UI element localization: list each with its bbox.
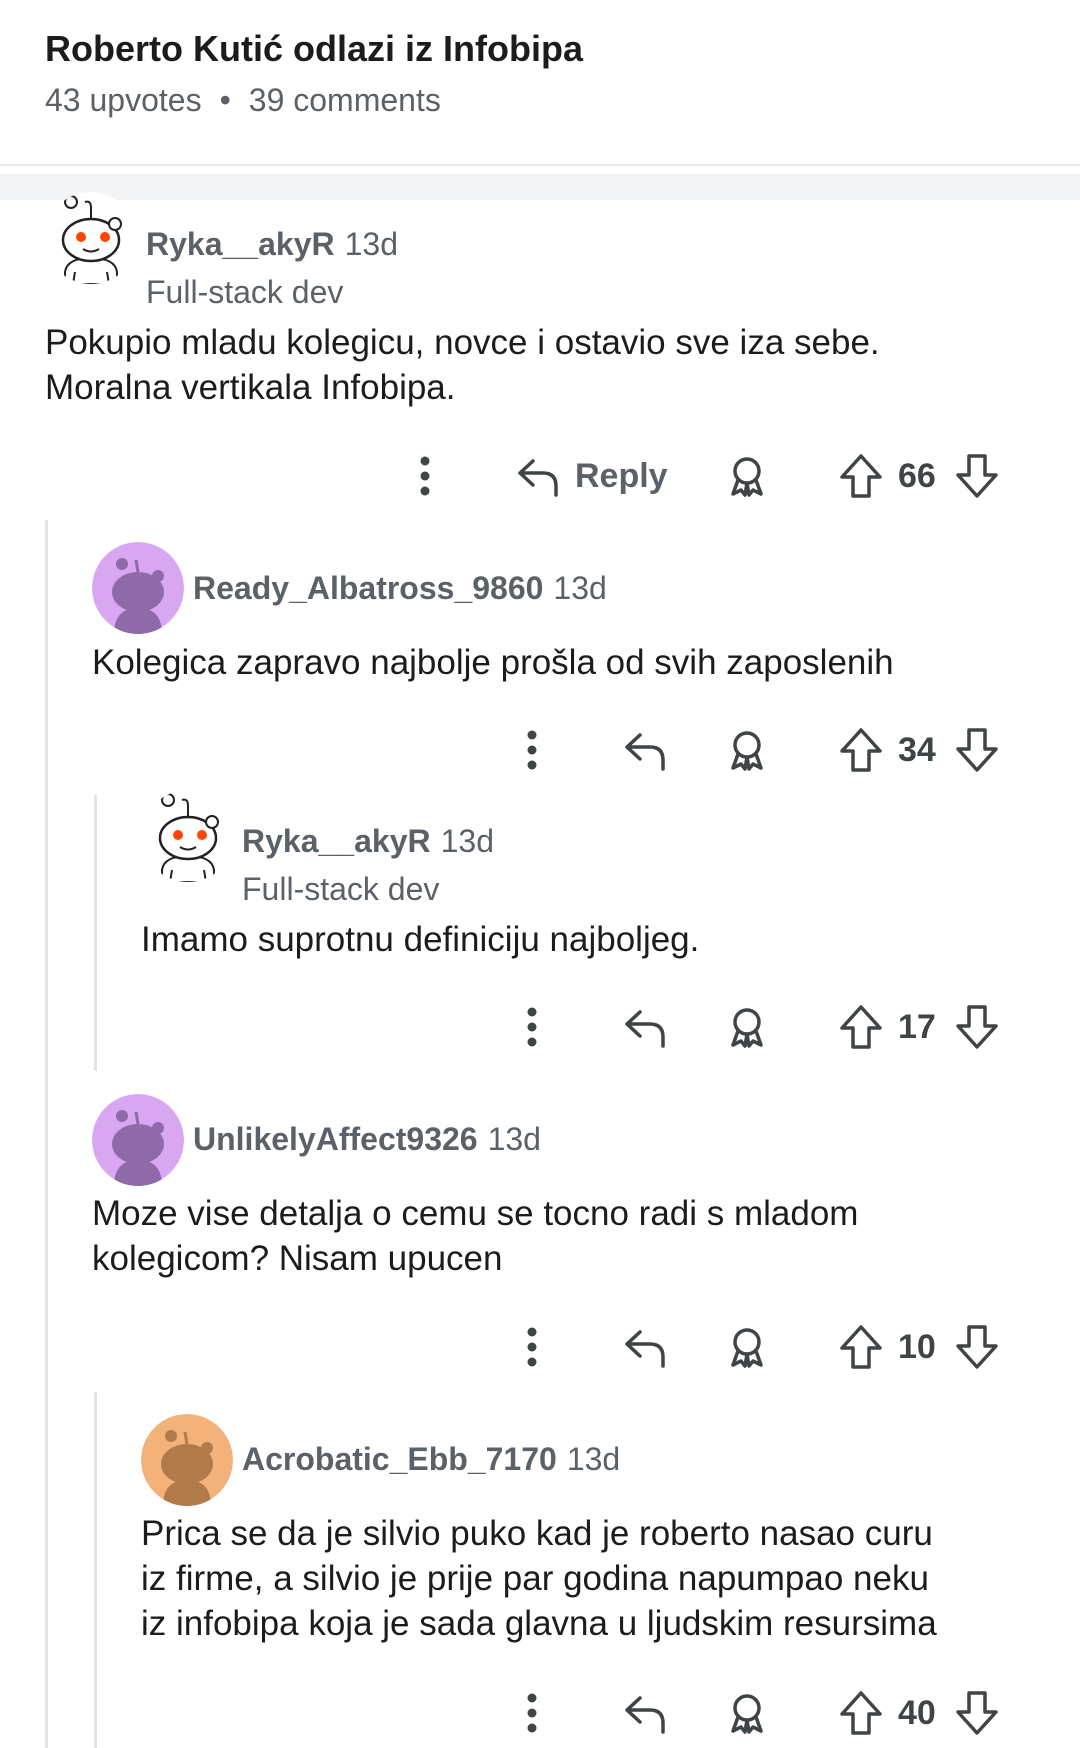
comment-username[interactable]: UnlikelyAffect9326 13d: [193, 1121, 541, 1158]
reply-button[interactable]: [622, 720, 668, 780]
post-header: Roberto Kutić odlazi iz Infobipa 43 upvo…: [0, 0, 1080, 166]
upvote-button[interactable]: [838, 1683, 884, 1743]
reply-button[interactable]: Reply: [515, 446, 668, 506]
comment-username[interactable]: Ryka__akyR 13d: [146, 226, 398, 263]
comment-age: 13d: [487, 1121, 541, 1157]
downvote-arrow-icon: [956, 1691, 998, 1735]
reply-label: Reply: [575, 456, 668, 495]
comment-username[interactable]: Ready_Albatross_9860 13d: [193, 570, 607, 607]
award-icon: [731, 731, 763, 771]
comment-count[interactable]: 39 comments: [249, 82, 441, 118]
more-vertical-icon: [527, 1693, 537, 1733]
comment-actions: 40: [0, 1683, 1080, 1743]
vote-count: 66: [898, 457, 936, 495]
more-options-button[interactable]: [512, 1683, 552, 1743]
more-vertical-icon: [527, 1327, 537, 1367]
avatar[interactable]: [142, 790, 234, 882]
award-button[interactable]: [724, 1683, 770, 1743]
comment-username[interactable]: Acrobatic_Ebb_7170 13d: [242, 1441, 620, 1478]
reply-arrow-icon: [625, 733, 665, 771]
meta-separator: •: [219, 82, 231, 118]
section-divider: [0, 174, 1080, 200]
comment-body: Pokupio mladu kolegicu, novce i ostavio …: [45, 323, 880, 407]
more-options-button[interactable]: [512, 720, 552, 780]
comment-body: Moze vise detalja o cemu se tocno radi s…: [92, 1194, 859, 1278]
avatar[interactable]: [92, 1094, 184, 1186]
award-button[interactable]: [724, 446, 770, 506]
vote-count: 17: [898, 1008, 936, 1046]
reply-arrow-icon: [625, 1330, 665, 1368]
comment-actions: 10: [0, 1317, 1080, 1377]
reply-arrow-icon: [625, 1010, 665, 1048]
award-icon: [731, 1694, 763, 1734]
vote-count: 10: [898, 1328, 936, 1366]
snoo-avatar-icon: [141, 1414, 233, 1506]
comment-actions: Reply 66: [0, 446, 1080, 506]
more-options-button[interactable]: [512, 1317, 552, 1377]
downvote-arrow-icon: [956, 1005, 998, 1049]
downvote-arrow-icon: [956, 728, 998, 772]
avatar[interactable]: [141, 1414, 233, 1506]
comment-body: Prica se da je silvio puko kad je robert…: [141, 1514, 937, 1643]
reply-arrow-icon: [518, 459, 558, 497]
vote-count: 34: [898, 731, 936, 769]
downvote-button[interactable]: [954, 720, 1000, 780]
downvote-button[interactable]: [954, 1683, 1000, 1743]
snoo-avatar-icon: [92, 1094, 184, 1186]
upvote-button[interactable]: [838, 446, 884, 506]
comment-body: Imamo suprotnu definiciju najboljeg.: [141, 920, 700, 959]
award-button[interactable]: [724, 1317, 770, 1377]
comment-actions: 34: [0, 720, 1080, 780]
comment-age: 13d: [344, 226, 398, 262]
more-vertical-icon: [420, 456, 430, 496]
comment-age: 13d: [440, 823, 494, 859]
thread-line[interactable]: [45, 520, 48, 1748]
downvote-arrow-icon: [956, 1325, 998, 1369]
more-options-button[interactable]: [512, 997, 552, 1057]
downvote-button[interactable]: [954, 1317, 1000, 1377]
comment-actions: 17: [0, 997, 1080, 1057]
upvote-button[interactable]: [838, 1317, 884, 1377]
snoo-avatar-icon: [92, 542, 184, 634]
post-title[interactable]: Roberto Kutić odlazi iz Infobipa: [45, 28, 583, 70]
award-button[interactable]: [724, 720, 770, 780]
more-vertical-icon: [527, 1007, 537, 1047]
upvote-button[interactable]: [838, 997, 884, 1057]
post-meta: 43 upvotes • 39 comments: [45, 82, 441, 119]
award-icon: [731, 1328, 763, 1368]
comment-body: Kolegica zapravo najbolje prošla od svih…: [92, 643, 894, 682]
more-vertical-icon: [527, 730, 537, 770]
downvote-arrow-icon: [956, 454, 998, 498]
snoo-avatar-icon: [142, 790, 234, 882]
reply-arrow-icon: [625, 1696, 665, 1734]
upvote-arrow-icon: [840, 1691, 882, 1735]
reply-button[interactable]: [622, 1317, 668, 1377]
reply-button[interactable]: [622, 1683, 668, 1743]
user-flair: Full-stack dev: [146, 274, 344, 310]
downvote-button[interactable]: [954, 997, 1000, 1057]
upvote-arrow-icon: [840, 454, 882, 498]
upvote-arrow-icon: [840, 1005, 882, 1049]
comment-username[interactable]: Ryka__akyR 13d: [242, 823, 494, 860]
vote-count: 40: [898, 1694, 936, 1732]
award-icon: [731, 457, 763, 497]
comment-age: 13d: [553, 570, 607, 606]
comment-age: 13d: [566, 1441, 621, 1477]
award-icon: [731, 1008, 763, 1048]
more-options-button[interactable]: [405, 446, 445, 506]
user-flair: Full-stack dev: [242, 871, 440, 907]
avatar[interactable]: [45, 192, 137, 284]
upvote-count: 43 upvotes: [45, 82, 202, 118]
reply-button[interactable]: [622, 997, 668, 1057]
snoo-avatar-icon: [45, 192, 137, 284]
downvote-button[interactable]: [954, 446, 1000, 506]
avatar[interactable]: [92, 542, 184, 634]
award-button[interactable]: [724, 997, 770, 1057]
upvote-arrow-icon: [840, 1325, 882, 1369]
upvote-arrow-icon: [840, 728, 882, 772]
upvote-button[interactable]: [838, 720, 884, 780]
